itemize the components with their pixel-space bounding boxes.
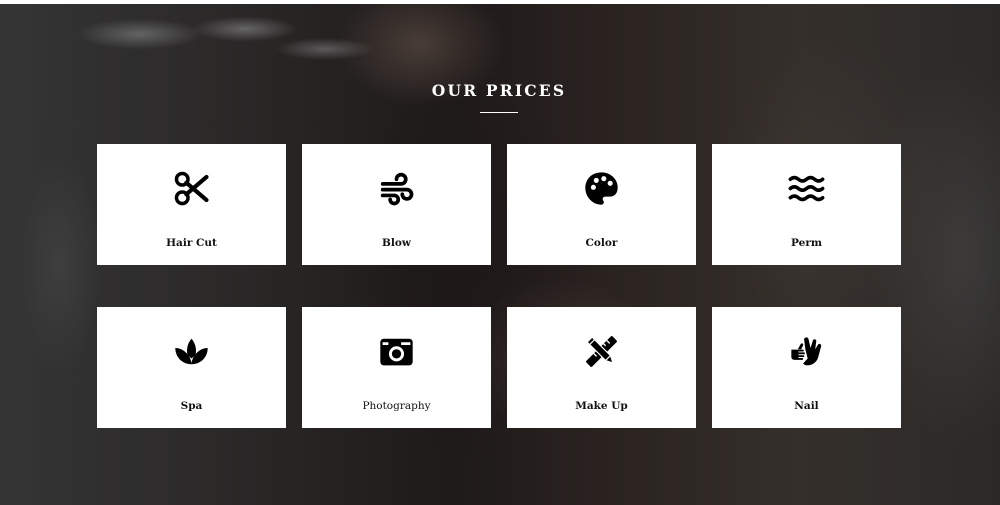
service-card-hair-cut[interactable]: Hair Cut (97, 144, 286, 265)
service-label: Blow (382, 237, 411, 249)
service-label: Hair Cut (166, 237, 217, 249)
service-card-blow[interactable]: Blow (302, 144, 491, 265)
scissors-icon (173, 170, 210, 207)
camera-icon (378, 333, 415, 370)
service-card-color[interactable]: Color (507, 144, 696, 265)
pencil-ruler-icon (583, 333, 620, 370)
title-underline (480, 112, 518, 113)
service-label: Perm (791, 237, 822, 249)
water-waves-icon (788, 170, 825, 207)
spa-lotus-icon (173, 333, 210, 370)
prices-section: OUR PRICES Hair Cut Blow Color Perm Spa … (0, 0, 1000, 505)
service-label: Make Up (575, 400, 628, 412)
service-label: Photography (362, 400, 431, 412)
service-label: Spa (180, 400, 203, 412)
service-card-nail[interactable]: Nail (712, 307, 901, 428)
service-card-make-up[interactable]: Make Up (507, 307, 696, 428)
service-card-photography[interactable]: Photography (302, 307, 491, 428)
service-label: Nail (794, 400, 819, 412)
service-card-spa[interactable]: Spa (97, 307, 286, 428)
wind-icon (378, 170, 415, 207)
hands-icon (788, 333, 825, 370)
section-title: OUR PRICES (431, 81, 567, 100)
service-label: Color (585, 237, 618, 249)
service-card-perm[interactable]: Perm (712, 144, 901, 265)
palette-icon (583, 170, 620, 207)
